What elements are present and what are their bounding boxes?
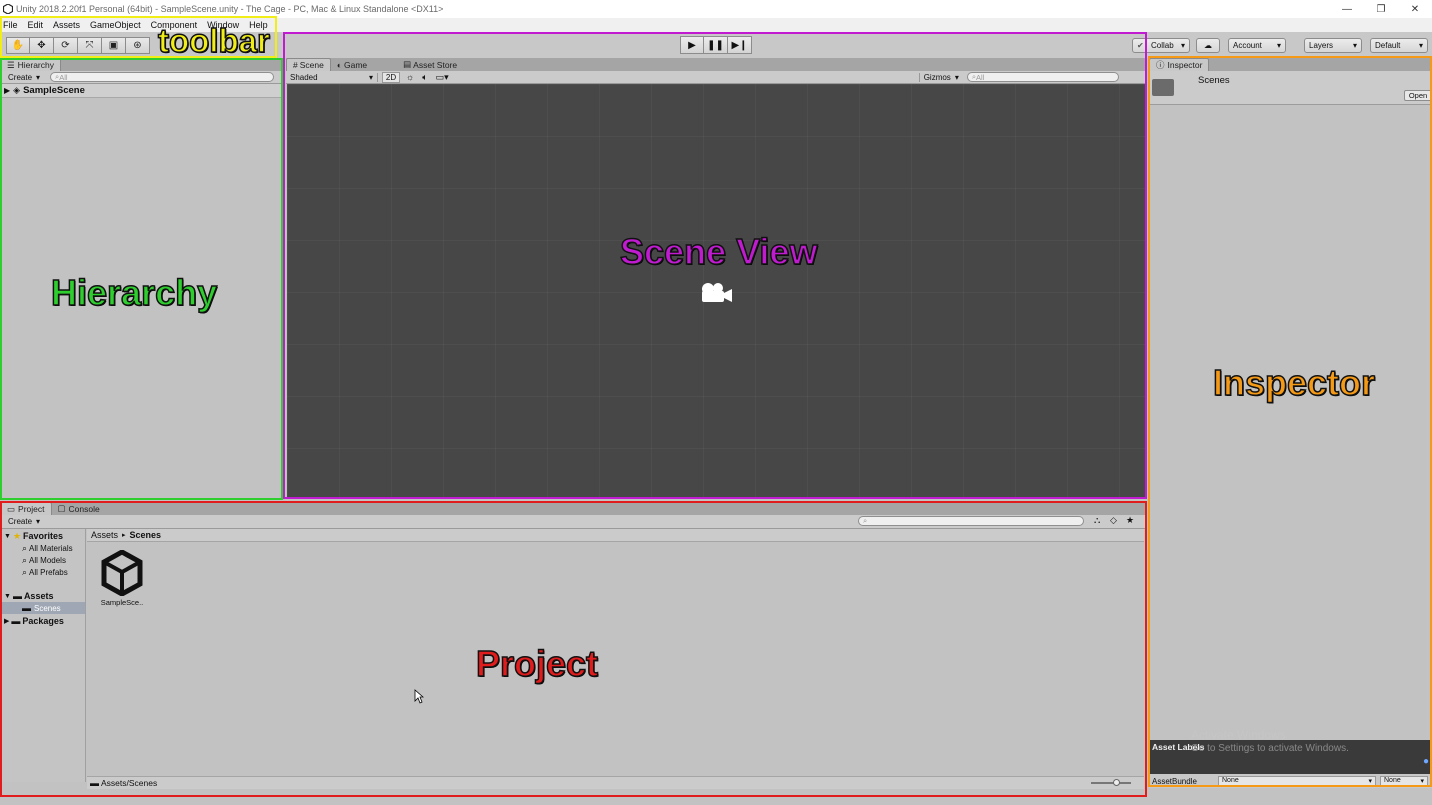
layout-label: Default xyxy=(1375,41,1401,50)
account-label: Account xyxy=(1233,41,1262,50)
toolbar-overlay-label: toolbar xyxy=(157,21,270,60)
chevron-down-icon: ▾ xyxy=(1180,41,1185,50)
inspector-highlight xyxy=(1148,56,1432,787)
layout-dropdown[interactable]: Default ▾ xyxy=(1370,38,1428,53)
hierarchy-overlay-label: Hierarchy xyxy=(50,271,218,314)
chevron-down-icon: ▾ xyxy=(1418,41,1423,50)
cloud-button[interactable]: ☁ xyxy=(1196,38,1220,53)
inspector-overlay-label: Inspector xyxy=(1212,361,1376,404)
cloud-icon: ☁ xyxy=(1204,41,1212,50)
restore-button[interactable]: ❐ xyxy=(1364,0,1398,18)
chevron-down-icon: ▾ xyxy=(1352,41,1357,50)
project-overlay-label: Project xyxy=(475,642,599,685)
unity-logo-icon xyxy=(3,4,13,14)
close-button[interactable]: ✕ xyxy=(1398,0,1432,18)
window-title: Unity 2018.2.20f1 Personal (64bit) - Sam… xyxy=(16,4,444,14)
scene-overlay-label: Scene View xyxy=(619,230,818,273)
minimize-button[interactable]: — xyxy=(1330,0,1364,18)
layers-dropdown[interactable]: Layers ▾ xyxy=(1304,38,1362,53)
account-dropdown[interactable]: Account ▾ xyxy=(1228,38,1286,53)
layers-label: Layers xyxy=(1309,41,1334,50)
chevron-down-icon: ▾ xyxy=(1276,41,1281,50)
collab-label: Collab xyxy=(1151,41,1174,50)
